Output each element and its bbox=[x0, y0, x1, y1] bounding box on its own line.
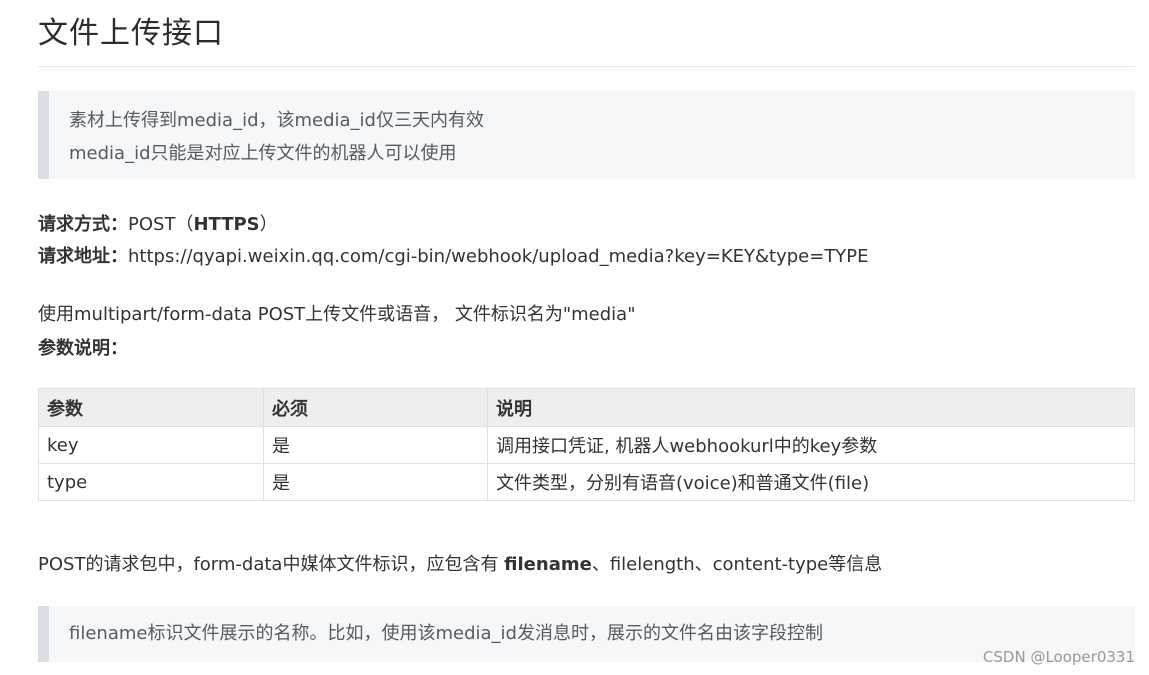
watermark: CSDN @Looper0331 bbox=[982, 648, 1135, 666]
method-close: ） bbox=[259, 214, 278, 235]
params-heading: 参数说明： bbox=[38, 338, 128, 359]
param-required: 是 bbox=[263, 463, 488, 501]
filename-keyword: filename bbox=[504, 554, 592, 575]
media-id-note: 素材上传得到media_id，该media_id仅三天内有效 media_id只… bbox=[38, 91, 1135, 179]
header-description: 说明 bbox=[487, 388, 1135, 427]
usage-text: 使用multipart/form-data POST上传文件或语音， 文件标识名… bbox=[38, 304, 636, 325]
param-name: type bbox=[38, 463, 264, 501]
table-row: type 是 文件类型，分别有语音(voice)和普通文件(file) bbox=[38, 463, 1135, 501]
params-table: 参数 必须 说明 key 是 调用接口凭证, 机器人webhookurl中的ke… bbox=[38, 388, 1135, 501]
request-method: 请求方式：POST（HTTPS） bbox=[38, 210, 278, 236]
post-info-text: POST的请求包中，form-data中媒体文件标识，应包含有 filename… bbox=[38, 554, 883, 575]
title-divider bbox=[38, 66, 1135, 67]
table-row: key 是 调用接口凭证, 机器人webhookurl中的key参数 bbox=[38, 426, 1135, 464]
note-line-1: 素材上传得到media_id，该media_id仅三天内有效 bbox=[69, 110, 484, 131]
param-required: 是 bbox=[263, 426, 488, 464]
table-header-row: 参数 必须 说明 bbox=[38, 388, 1135, 427]
note-line: filename标识文件展示的名称。比如，使用该media_id发消息时，展示的… bbox=[69, 623, 823, 644]
header-param: 参数 bbox=[38, 388, 264, 427]
url-value: https://qyapi.weixin.qq.com/cgi-bin/webh… bbox=[128, 246, 869, 267]
page-title: 文件上传接口 bbox=[38, 16, 224, 51]
header-required: 必须 bbox=[263, 388, 488, 427]
param-description: 调用接口凭证, 机器人webhookurl中的key参数 bbox=[487, 426, 1135, 464]
method-protocol: HTTPS bbox=[193, 214, 260, 235]
param-description: 文件类型，分别有语音(voice)和普通文件(file) bbox=[487, 463, 1135, 501]
param-name: key bbox=[38, 426, 264, 464]
request-url: 请求地址：https://qyapi.weixin.qq.com/cgi-bin… bbox=[38, 242, 869, 268]
method-label: 请求方式： bbox=[38, 214, 128, 235]
url-label: 请求地址： bbox=[38, 246, 128, 267]
note-line-2: media_id只能是对应上传文件的机器人可以使用 bbox=[69, 143, 457, 164]
method-value: POST（ bbox=[128, 214, 194, 235]
filename-note: filename标识文件展示的名称。比如，使用该media_id发消息时，展示的… bbox=[38, 606, 1135, 662]
